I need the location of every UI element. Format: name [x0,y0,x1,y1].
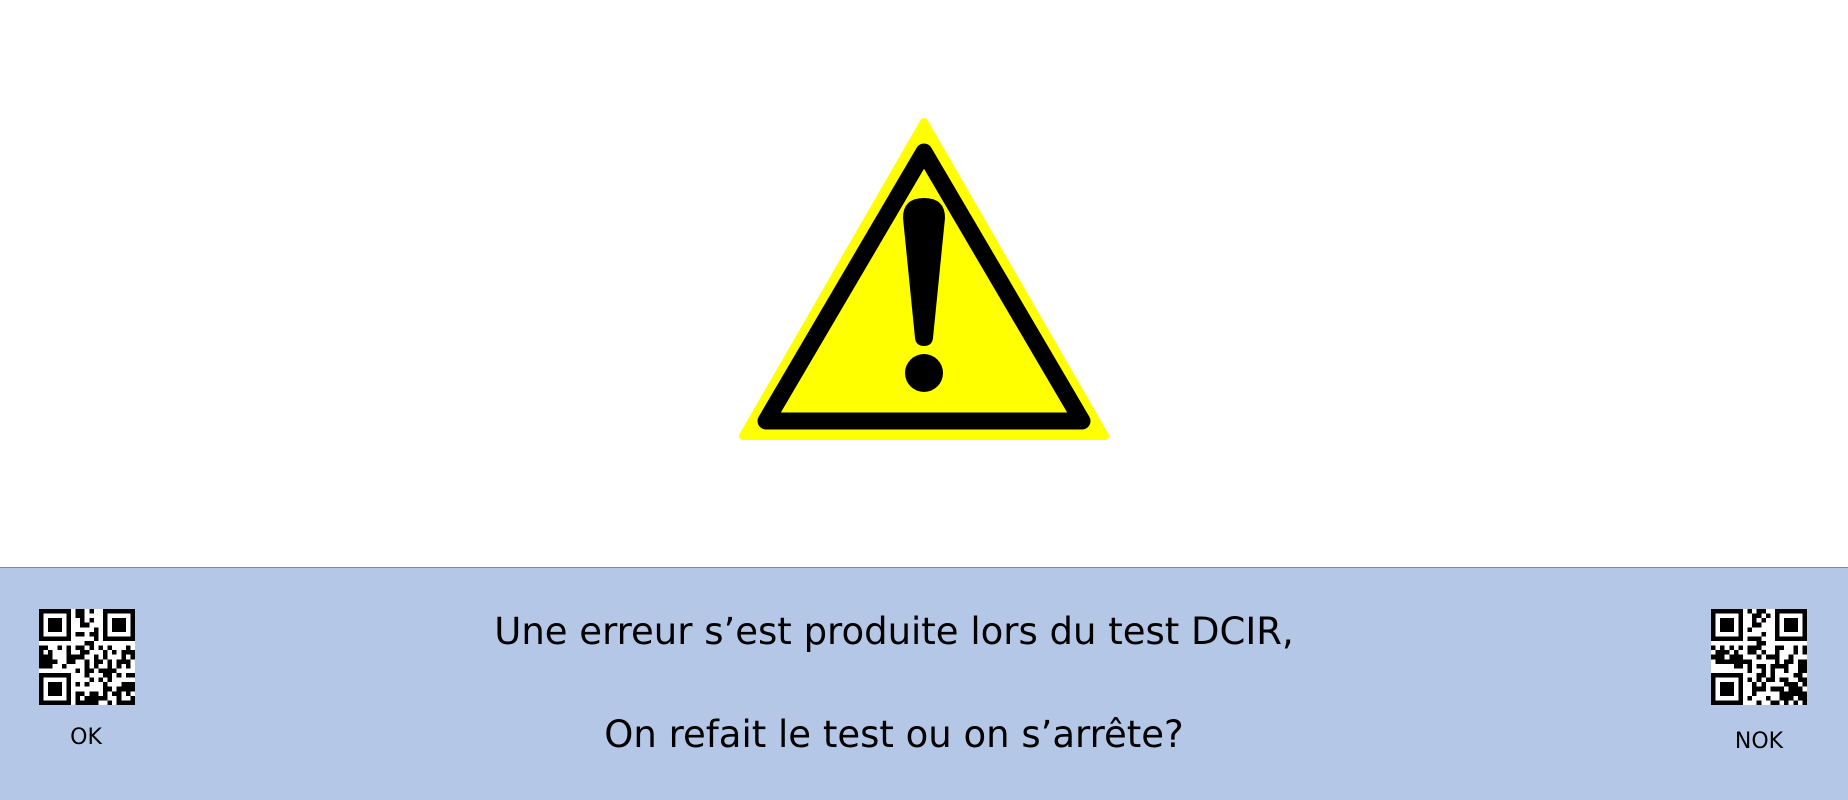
dialog-screen: OK Une erreur s’est produite lors du tes… [0,0,1848,800]
prompt-panel: OK Une erreur s’est produite lors du tes… [0,567,1848,800]
message-line-1: Une erreur s’est produite lors du test D… [494,610,1294,653]
ok-qr-code[interactable] [39,609,135,705]
nok-qr-code[interactable] [1711,609,1807,705]
nok-label: NOK [1734,729,1784,754]
message-line-2: On refait le test ou on s’arrête? [604,713,1184,756]
ok-label: OK [70,725,102,750]
warning-icon [739,118,1109,440]
